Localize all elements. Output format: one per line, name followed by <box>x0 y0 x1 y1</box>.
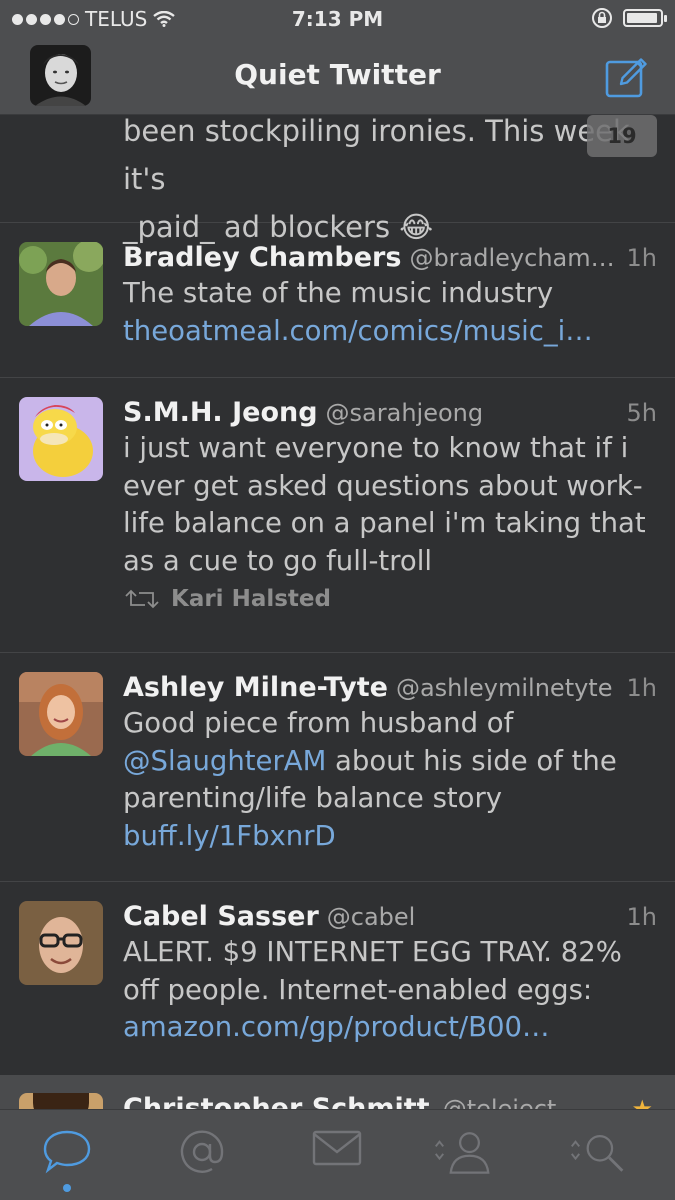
tweet-author-handle: @cabel <box>326 903 416 931</box>
tab-mentions[interactable] <box>172 1128 232 1182</box>
tweet-author-name[interactable]: Ashley Milne-Tyte <box>123 672 388 703</box>
tab-bar <box>0 1109 675 1200</box>
tweet-age: 1h <box>626 674 657 702</box>
avatar[interactable] <box>19 901 103 985</box>
tweet-link[interactable]: buff.ly/1FbxnrD <box>123 820 336 852</box>
rotation-lock-icon <box>592 8 612 28</box>
tweet[interactable]: S.M.H. Jeong @sarahjeong 5h i just want … <box>0 377 675 653</box>
tweet-author-handle: @ashleymilnetyte <box>395 674 613 702</box>
unread-count-badge[interactable]: 19 <box>587 115 657 157</box>
tweet-author-handle: @bradleycham… <box>409 244 615 272</box>
status-time: 7:13 PM <box>291 7 384 31</box>
tweet-link[interactable]: theoatmeal.com/comics/music_i… <box>123 313 657 351</box>
tweet-text-line: been stockpiling ironies. This week it's <box>123 115 630 196</box>
selected-tab-indicator <box>63 1184 71 1192</box>
tweet[interactable]: Cabel Sasser @cabel 1h ALERT. $9 INTERNE… <box>0 881 675 1077</box>
search-icon <box>571 1134 624 1172</box>
tweet-author-name[interactable]: Cabel Sasser <box>123 901 319 932</box>
compose-icon[interactable] <box>605 56 647 98</box>
tweet-link[interactable]: amazon.com/gp/product/B00… <box>123 1009 657 1047</box>
tweet-text: ALERT. $9 INTERNET EGG TRAY. 82% off peo… <box>123 936 622 1006</box>
speech-bubble-icon <box>43 1130 91 1174</box>
tweet-partial[interactable]: been stockpiling ironies. This week it's… <box>0 115 675 244</box>
battery-icon <box>623 9 667 27</box>
tweet-text: The state of the music industry <box>123 277 554 309</box>
timeline[interactable]: been stockpiling ironies. This week it's… <box>0 115 675 1110</box>
status-bar: TELUS 7:13 PM <box>0 0 675 36</box>
retweeted-by-name[interactable]: Kari Halsted <box>171 586 331 612</box>
tweet-age: 5h <box>626 399 657 427</box>
avatar[interactable] <box>19 242 103 326</box>
tweet-age: 1h <box>626 244 657 272</box>
tab-search[interactable] <box>568 1128 628 1182</box>
tab-messages[interactable] <box>307 1128 367 1182</box>
tweet-mention[interactable]: @SlaughterAM <box>123 745 326 777</box>
tweet-author-name[interactable]: Bradley Chambers <box>123 242 401 273</box>
avatar[interactable] <box>19 672 103 756</box>
at-sign-icon <box>180 1130 224 1173</box>
tweet-age: 1h <box>626 903 657 931</box>
envelope-icon <box>312 1130 362 1166</box>
tab-profile[interactable] <box>432 1128 492 1182</box>
tweet-partial-bottom[interactable]: Christopher Schmitt @teleject ★ <box>0 1075 675 1111</box>
status-right <box>591 7 667 29</box>
tab-timeline[interactable] <box>37 1128 97 1192</box>
tweet-text-part: Good piece from husband of <box>123 707 514 739</box>
retweet-icon <box>125 589 159 609</box>
tweet-author-handle: @sarahjeong <box>325 399 484 427</box>
tweet-author-name[interactable]: S.M.H. Jeong <box>123 397 318 428</box>
nav-bar: Quiet Twitter <box>0 36 675 115</box>
person-icon <box>435 1132 490 1174</box>
tweet[interactable]: Bradley Chambers @bradleycham… 1h The st… <box>0 222 675 378</box>
avatar[interactable] <box>19 397 103 481</box>
tweet-text: Good piece from husband of @SlaughterAM … <box>123 705 657 855</box>
tweet[interactable]: Ashley Milne-Tyte @ashleymilnetyte 1h Go… <box>0 652 675 882</box>
nav-title: Quiet Twitter <box>234 58 441 91</box>
tweet-text: i just want everyone to know that if i e… <box>123 432 646 577</box>
retweet-attribution: Kari Halsted <box>123 586 657 612</box>
